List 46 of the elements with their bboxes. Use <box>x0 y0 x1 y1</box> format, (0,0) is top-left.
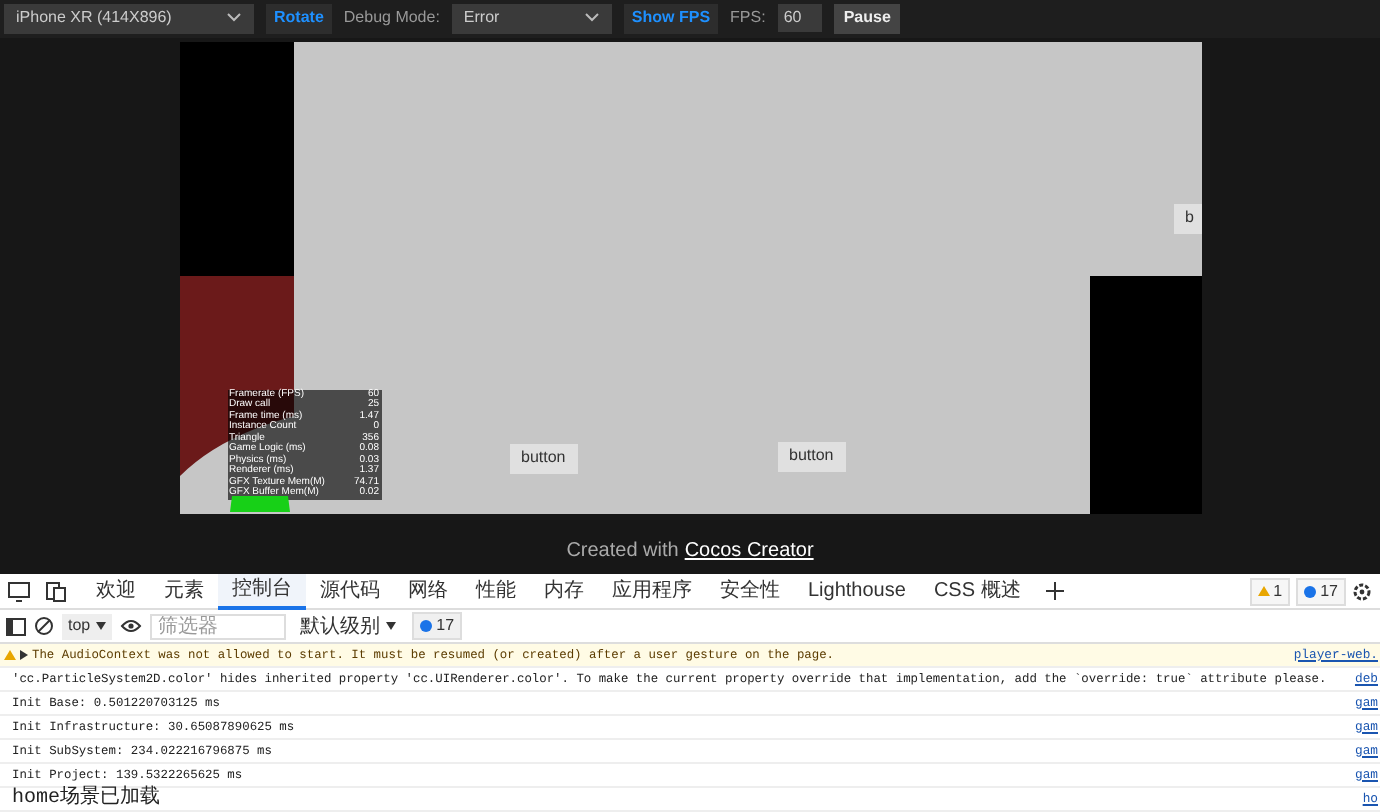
chevron-icon <box>226 12 242 25</box>
device-icon[interactable] <box>8 581 30 601</box>
context-select[interactable]: top <box>62 613 113 639</box>
devtools-tab[interactable]: 元素 <box>150 573 218 609</box>
expand-icon[interactable] <box>20 650 28 660</box>
devtools-tab[interactable]: 欢迎 <box>82 573 150 609</box>
debug-mode-select[interactable]: Error <box>451 3 612 34</box>
inspect-icon[interactable] <box>46 581 66 601</box>
eye-icon[interactable] <box>120 618 143 634</box>
devtools-tab[interactable]: 源代码 <box>306 573 394 609</box>
fps-field[interactable]: 60 <box>777 4 822 33</box>
sprite-icon <box>227 493 291 514</box>
message-count-badge[interactable]: 17 <box>412 612 463 640</box>
warning-icon <box>4 650 16 660</box>
filter-field[interactable]: 筛选器 <box>150 613 287 639</box>
devtools-tab[interactable]: 网络 <box>394 573 462 609</box>
rotate-button[interactable]: Rotate <box>266 3 332 34</box>
game-button[interactable]: button <box>777 441 846 472</box>
devtools-tab[interactable]: 安全性 <box>706 573 794 609</box>
log-level-select[interactable]: 默认级别 <box>300 611 397 641</box>
clear-icon[interactable] <box>34 616 54 636</box>
show-fps-button[interactable]: Show FPS <box>623 3 719 34</box>
add-tab-icon[interactable] <box>1046 582 1065 600</box>
game-button[interactable]: b <box>1173 203 1201 234</box>
devtools-tab[interactable]: 内存 <box>530 573 598 609</box>
chevron-icon <box>583 12 600 25</box>
devtools-tab[interactable]: CSS 概述 <box>919 573 1035 609</box>
cocos-creator-link[interactable]: Cocos Creator <box>684 535 814 566</box>
warning-count-badge[interactable]: 1 <box>1249 577 1291 605</box>
warning-icon <box>1257 586 1270 596</box>
settings-icon[interactable] <box>1352 581 1372 601</box>
game-button[interactable]: button <box>509 443 578 474</box>
debug-mode-label: Debug Mode: <box>343 6 440 31</box>
fps-label: FPS: <box>730 6 766 31</box>
console-message: home场景已加载 <box>12 784 161 812</box>
message-count-badge[interactable]: 17 <box>1296 577 1346 605</box>
devtools-tab[interactable]: 应用程序 <box>598 573 706 609</box>
devtools-tab[interactable]: Lighthouse <box>794 573 920 609</box>
pause-button[interactable]: Pause <box>833 3 901 34</box>
devtools-tab[interactable]: 性能 <box>462 573 530 609</box>
dropdown-icon <box>96 622 107 630</box>
footer-text: Created with <box>566 537 679 566</box>
device-select[interactable]: iPhone XR (414X896) <box>4 3 254 34</box>
devtools-tab[interactable]: 控制台 <box>218 573 306 609</box>
sidebar-icon[interactable] <box>6 617 26 635</box>
dropdown-icon <box>386 622 397 630</box>
